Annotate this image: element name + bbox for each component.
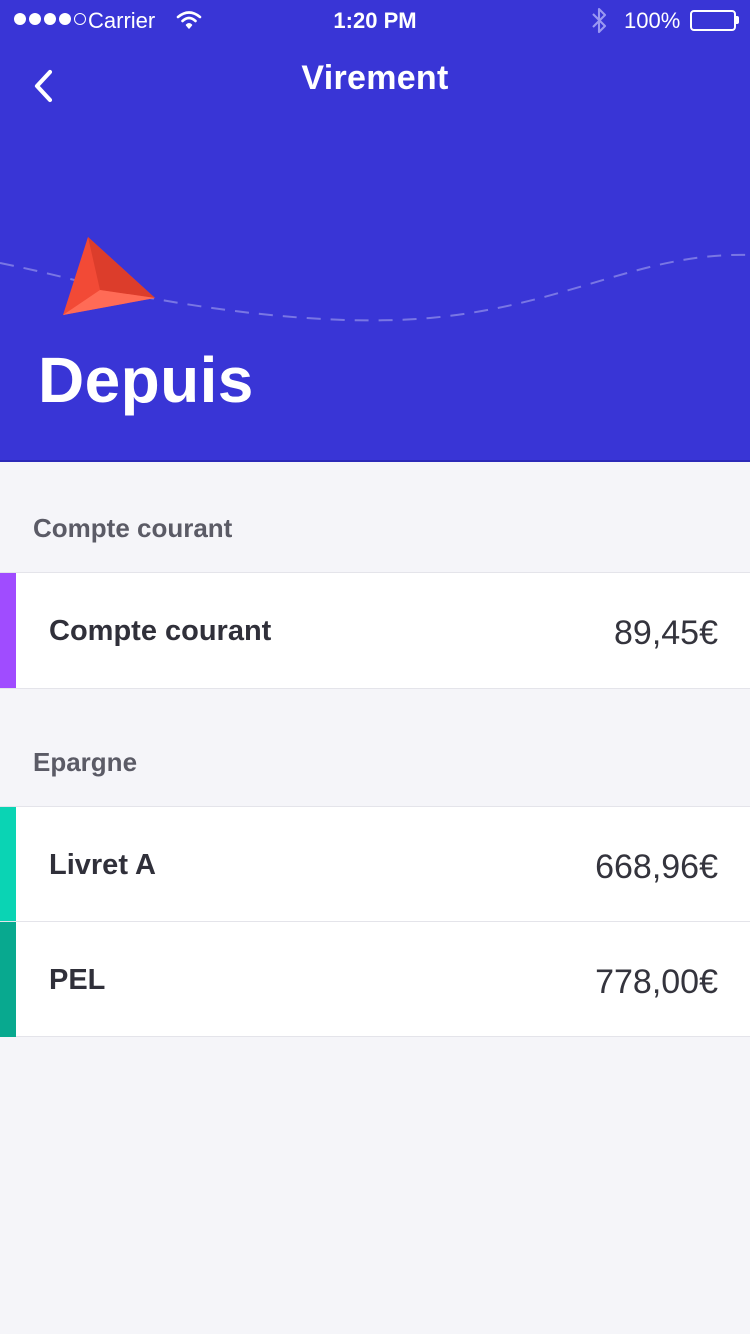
account-balance: 89,45€	[614, 614, 718, 652]
bluetooth-icon	[591, 7, 607, 40]
account-row-pel[interactable]: PEL 778,00€	[0, 922, 750, 1037]
account-row-compte-courant[interactable]: Compte courant 89,45€	[0, 573, 750, 688]
account-name: Compte courant	[49, 615, 272, 647]
account-accent	[0, 807, 16, 921]
paper-plane-illustration	[0, 237, 750, 322]
account-name: PEL	[49, 964, 106, 996]
page-title: Virement	[301, 59, 449, 97]
section-title-compte-courant: Compte courant	[33, 513, 233, 543]
status-bar: Carrier 1:20 PM 100%	[0, 0, 750, 40]
header: Carrier 1:20 PM 100% Virement Depuis	[0, 0, 750, 461]
account-balance: 778,00€	[595, 963, 718, 1001]
paper-plane-icon	[63, 237, 155, 315]
section-title-epargne: Epargne	[33, 747, 138, 777]
account-list-epargne: Livret A 668,96€ PEL 778,00€	[0, 806, 750, 1037]
hero-title: Depuis	[38, 344, 254, 416]
account-row-livret-a[interactable]: Livret A 668,96€	[0, 807, 750, 922]
header-divider	[0, 460, 750, 462]
account-name: Livret A	[49, 849, 156, 881]
account-accent	[0, 922, 16, 1037]
battery-tip	[736, 16, 739, 24]
account-accent	[0, 573, 16, 688]
battery-icon	[690, 10, 736, 31]
account-list-compte-courant: Compte courant 89,45€	[0, 572, 750, 689]
battery-percentage: 100%	[624, 8, 681, 33]
account-balance: 668,96€	[595, 848, 718, 886]
